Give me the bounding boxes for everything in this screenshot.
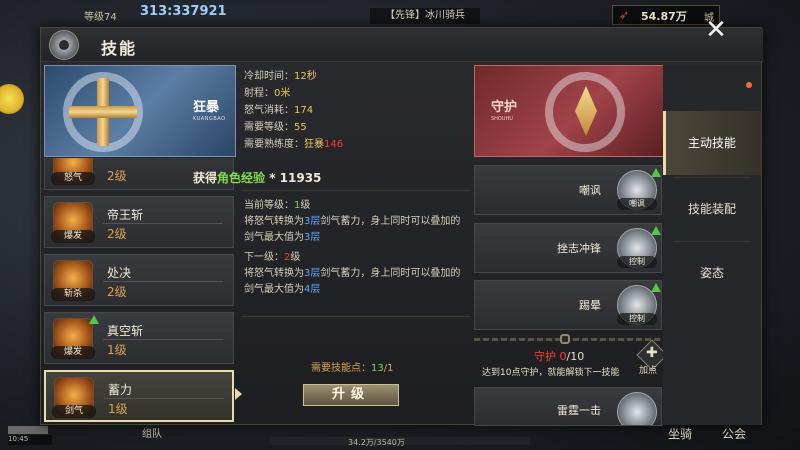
skill-slot-charge[interactable]: 挫志冲锋 控制	[474, 223, 662, 273]
skill-tag: 控制	[617, 313, 657, 325]
class-name: 守护	[491, 100, 518, 115]
skill-tag: 怒气	[51, 172, 95, 185]
skill-row-charge[interactable]: 剑气 蓄力 1级	[44, 370, 234, 422]
skill-name: 处决	[107, 266, 132, 280]
proficiency-value: 146	[324, 139, 344, 150]
skill-tag: 嘲讽	[617, 198, 657, 210]
cooldown-value: 12秒	[294, 71, 317, 82]
proficiency-line: 需要熟练度：狂暴146	[244, 139, 344, 150]
skill-row-execute[interactable]: 斩杀 处决 2级	[44, 254, 234, 306]
title-bar: 技能	[41, 28, 763, 62]
skill-name: 帝王斩	[107, 208, 144, 222]
skill-slot-thunder[interactable]: 雷霆一击	[474, 387, 662, 426]
selection-arrow-icon	[235, 388, 242, 400]
skill-tag: 斩杀	[51, 288, 95, 301]
guild-button[interactable]: 公会	[722, 425, 746, 442]
currency-amount: 54.87万	[641, 10, 687, 23]
exp-text: 34.2万/3540万	[348, 438, 405, 447]
skill-slot-kick[interactable]: 踢晕 控制	[474, 280, 662, 330]
proficiency-name: 狂暴	[304, 139, 324, 150]
skill-level: 2级	[107, 285, 127, 299]
rage-line: 怒气消耗：174	[244, 105, 314, 116]
upgrade-arrow-icon	[651, 226, 661, 235]
upgrade-button[interactable]: 升级	[303, 384, 399, 406]
close-icon[interactable]: ✕	[703, 17, 729, 44]
lock-icon	[560, 334, 570, 344]
skill-tag: 剑气	[52, 405, 96, 418]
skill-level: 1级	[108, 402, 128, 416]
rage-value: 174	[294, 105, 314, 116]
skill-panel: 技能 狂暴 KUANGBAO 怒气 2级 爆发 帝王斩 2级 斩杀 处决 2级	[40, 27, 763, 426]
upgrade-arrow-icon	[651, 168, 661, 177]
cooldown-line: 冷却时间：12秒	[244, 71, 317, 82]
skill-name: 挫志冲锋	[557, 242, 601, 255]
skill-slot-taunt[interactable]: 嘲讽 嘲讽	[474, 165, 662, 215]
unlock-requirement: 守护 0/10 达到10点守护，就能解锁下一技能	[474, 334, 662, 380]
panel-title: 技能	[101, 39, 138, 58]
class-pinyin: SHOUHU	[491, 116, 513, 122]
tab-bar: 主动技能 技能装配 姿态	[663, 65, 761, 425]
unlock-description: 达到10点守护，就能解锁下一技能	[482, 368, 620, 378]
skill-tag: 控制	[617, 256, 657, 268]
panel-emblem-icon	[49, 30, 79, 60]
tab-stance[interactable]: 姿态	[663, 241, 761, 305]
class-name: 狂暴	[193, 100, 220, 115]
req-level-line: 需要等级：55	[244, 122, 307, 133]
tab-indicator	[663, 111, 666, 175]
tab-active-skills[interactable]: 主动技能	[663, 111, 761, 175]
skill-tag: 爆发	[51, 346, 95, 359]
combat-power: 313:337921	[140, 4, 227, 19]
skill-name: 雷霆一击	[557, 404, 601, 417]
feather-icon: ➶	[619, 8, 630, 22]
skill-name: 真空斩	[107, 324, 144, 338]
world-hud-top: 等级74 313:337921 【先锋】冰川骑兵 ➶ 54.87万 城	[0, 0, 800, 28]
skill-name: 蓄力	[108, 383, 133, 397]
chat-bar[interactable]	[8, 426, 48, 434]
skill-row-vacuum-slash[interactable]: 爆发 真空斩 1级	[44, 312, 234, 364]
target-name: 【先锋】冰川骑兵	[370, 8, 480, 24]
thunder-skill-icon	[617, 392, 657, 425]
exp-reward: 获得角色经验 * 11935	[193, 171, 322, 185]
notification-dot	[746, 82, 752, 88]
req-level-value: 55	[294, 122, 307, 133]
divider	[241, 190, 471, 191]
next-level-block: 下一级：2级 将怒气转换为3层剑气蓄力，身上同时可以叠加的 剑气最大值为4层	[244, 252, 461, 295]
range-value: 0米	[274, 88, 291, 99]
skill-name: 嘲讽	[579, 184, 601, 197]
guard-points: 守护 0/10	[534, 350, 585, 363]
class-pinyin: KUANGBAO	[193, 116, 226, 122]
range-line: 射程：0米	[244, 88, 291, 99]
class-banner-guard: 守护 SHOUHU	[474, 65, 664, 157]
tab-skill-equip[interactable]: 技能装配	[663, 177, 761, 241]
skill-name: 踢晕	[579, 299, 601, 312]
plus-icon: ✚	[646, 345, 658, 361]
current-level-block: 当前等级：1级 将怒气转换为3层剑气蓄力，身上同时可以叠加的 剑气最大值为3层	[244, 200, 461, 243]
clock: 10:45	[8, 435, 52, 445]
skill-tag: 爆发	[51, 230, 95, 243]
add-point-label: 加点	[639, 366, 658, 376]
skill-level: 1级	[107, 343, 127, 357]
skill-list[interactable]: 怒气 2级 爆发 帝王斩 2级 斩杀 处决 2级 爆发 真空斩 1级 剑气 蓄力…	[44, 158, 236, 426]
upgrade-arrow-icon	[651, 283, 661, 292]
class-banner-berserk: 狂暴 KUANGBAO	[44, 65, 236, 157]
skill-level: 2级	[107, 227, 127, 241]
player-level: 等级74	[84, 12, 117, 23]
team-button[interactable]: 组队	[142, 425, 162, 440]
event-badge-icon[interactable]	[0, 84, 24, 114]
divider	[241, 316, 471, 317]
required-skill-points: 需要技能点：13/1	[311, 363, 394, 374]
skill-level: 2级	[107, 169, 127, 183]
skill-row-emperor-slash[interactable]: 爆发 帝王斩 2级	[44, 196, 234, 248]
upgrade-arrow-icon	[89, 315, 99, 324]
mount-button[interactable]: 坐骑	[668, 425, 692, 442]
skill-stats: 冷却时间：12秒 射程：0米 怒气消耗：174 需要等级：55 需要熟练度：狂暴…	[244, 68, 474, 153]
